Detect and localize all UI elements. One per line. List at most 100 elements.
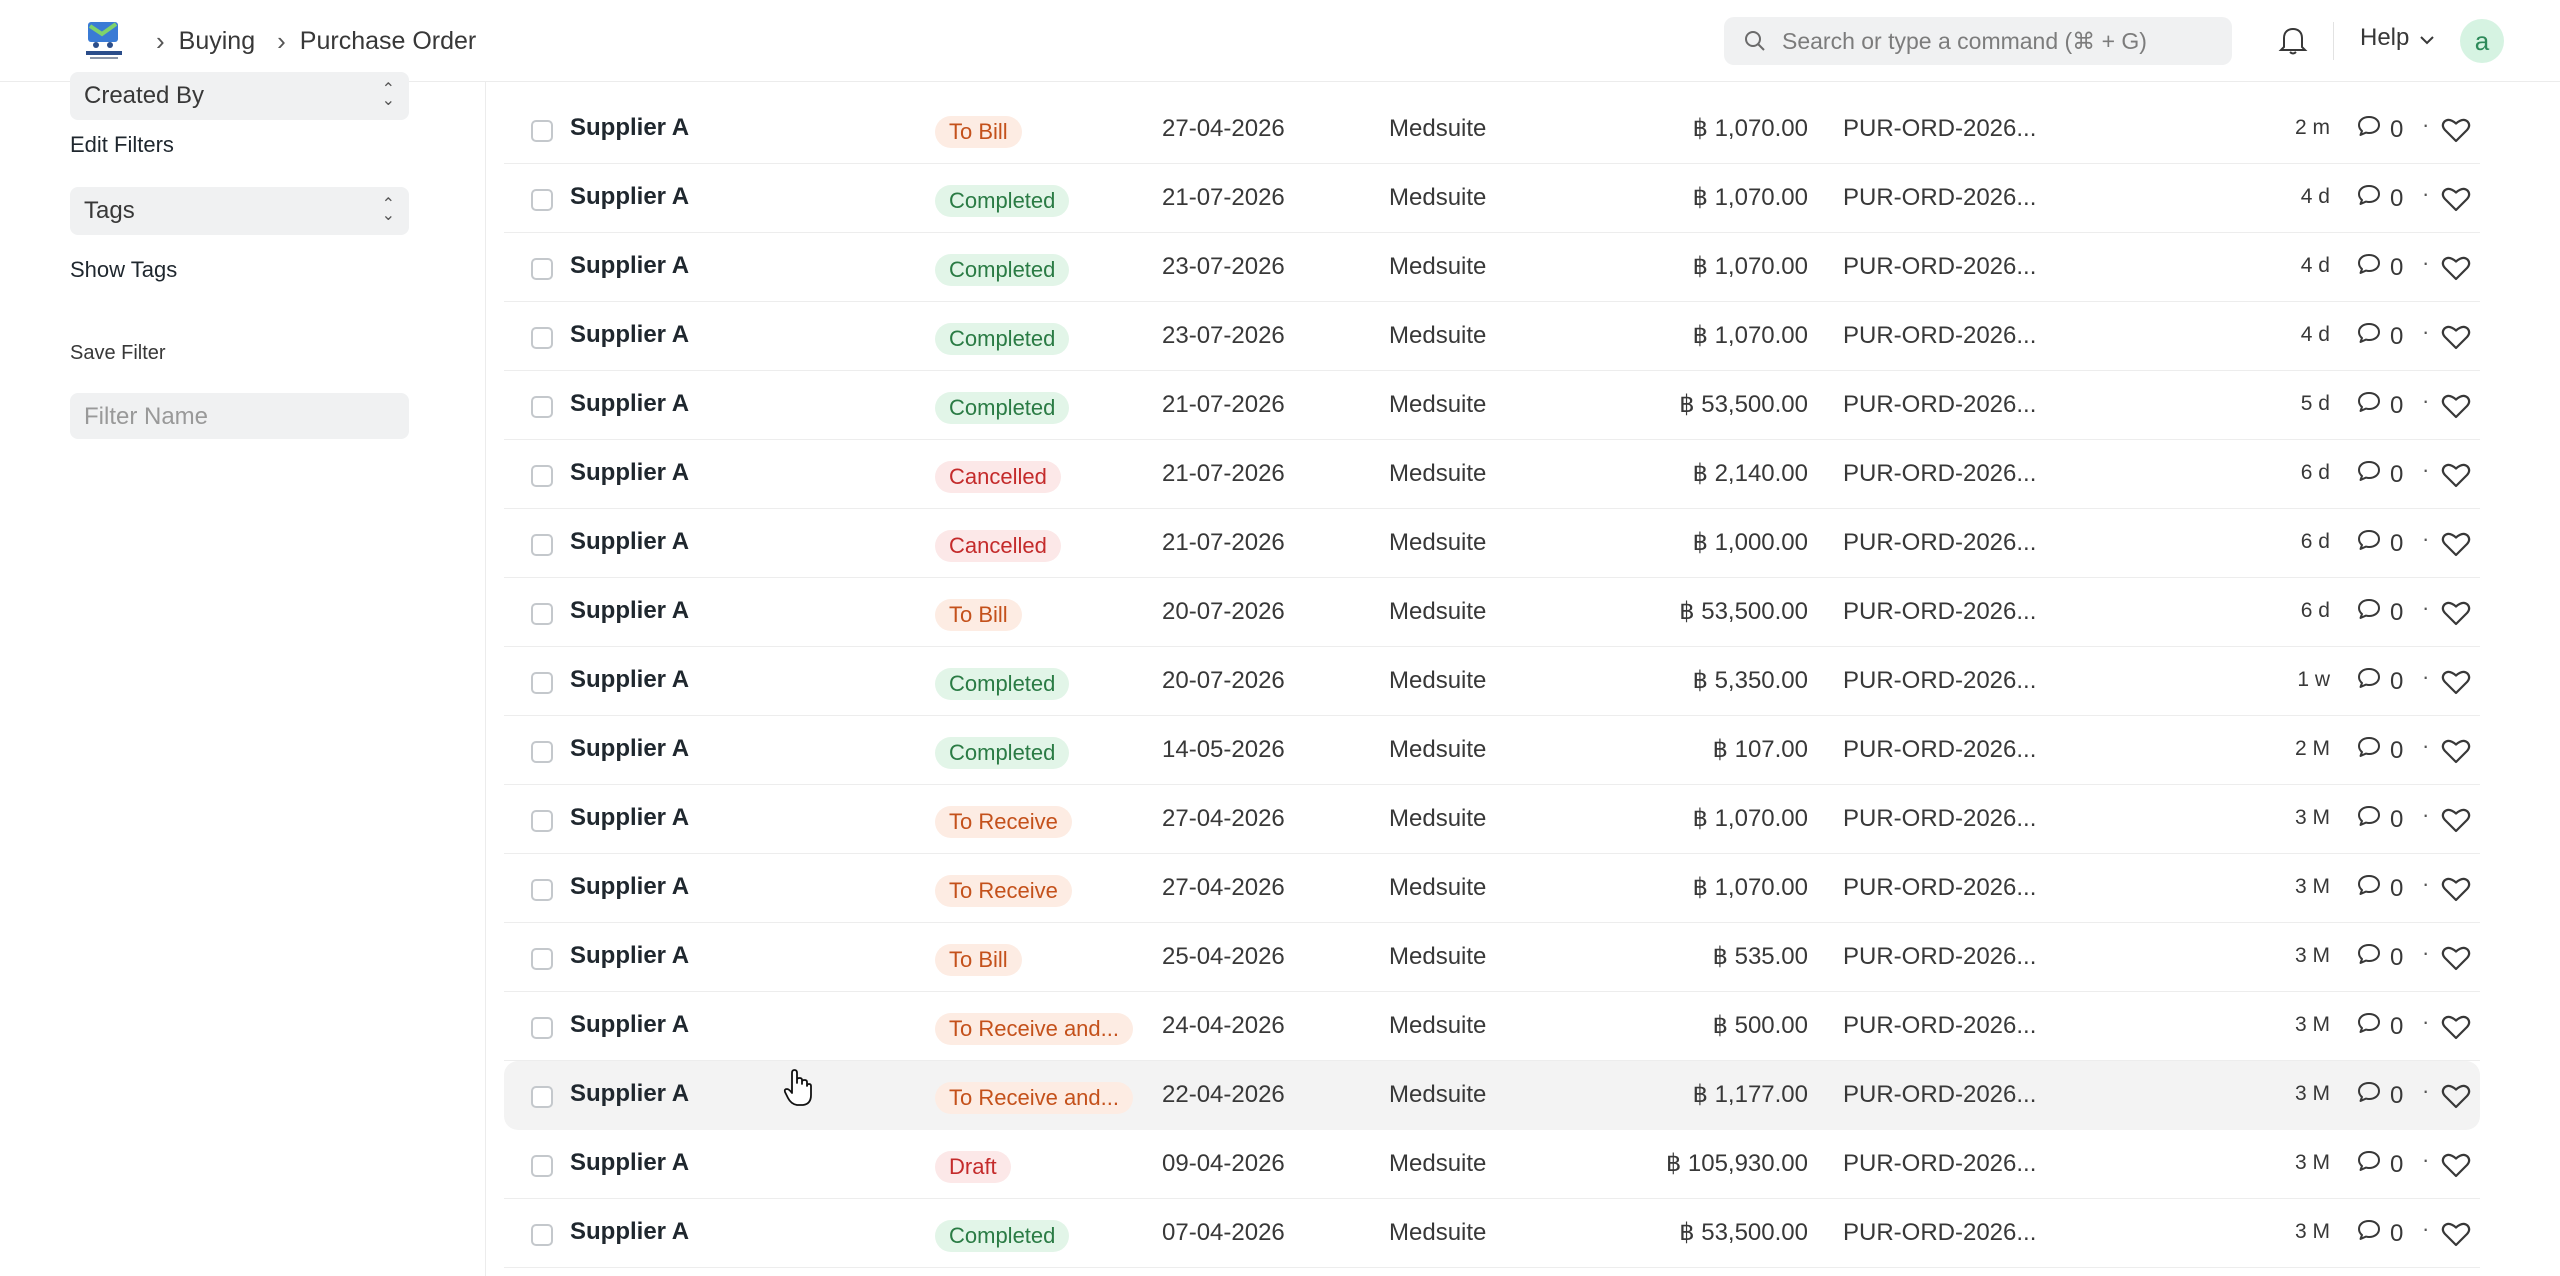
list-row[interactable]: Supplier A To Receive 27-04-2026 Medsuite ฿ … [504, 785, 2480, 854]
breadcrumb-buying[interactable]: Buying [179, 27, 255, 56]
row-checkbox[interactable] [531, 810, 553, 832]
like-heart-icon[interactable] [2441, 117, 2471, 148]
like-heart-icon[interactable] [2441, 1014, 2471, 1045]
breadcrumb-purchase-order[interactable]: Purchase Order [300, 27, 476, 56]
list-row[interactable]: Supplier A To Bill 25-04-2026 Medsuite ฿ 535… [504, 923, 2480, 992]
row-checkbox[interactable] [531, 327, 553, 349]
row-checkbox[interactable] [531, 948, 553, 970]
row-checkbox[interactable] [531, 120, 553, 142]
list-row[interactable]: Supplier A Cancelled 21-07-2026 Medsuite ฿ 1… [504, 509, 2480, 578]
purchase-order-id[interactable]: PUR-ORD-2026... [1843, 322, 2036, 350]
supplier-name[interactable]: Supplier A [570, 528, 689, 556]
list-row[interactable]: Supplier A Draft 09-04-2026 Medsuite ฿ 105,9… [504, 1130, 2480, 1199]
list-row[interactable]: Supplier A To Receive 27-04-2026 Medsuite ฿ … [504, 854, 2480, 923]
comment-count[interactable]: 0 [2356, 1080, 2403, 1111]
show-tags-link[interactable]: Show Tags [70, 257, 177, 283]
like-heart-icon[interactable] [2441, 1083, 2471, 1114]
created-by-select[interactable]: Created By ⌃ ⌄ [70, 72, 409, 120]
supplier-name[interactable]: Supplier A [570, 252, 689, 280]
app-logo[interactable] [80, 18, 128, 64]
purchase-order-id[interactable]: PUR-ORD-2026... [1843, 667, 2036, 695]
supplier-name[interactable]: Supplier A [570, 735, 689, 763]
like-heart-icon[interactable] [2441, 1152, 2471, 1183]
purchase-order-id[interactable]: PUR-ORD-2026... [1843, 874, 2036, 902]
comment-count[interactable]: 0 [2356, 1149, 2403, 1180]
comment-count[interactable]: 0 [2356, 321, 2403, 352]
like-heart-icon[interactable] [2441, 531, 2471, 562]
list-row[interactable]: Supplier A To Bill 20-07-2026 Medsuite ฿ 53,… [504, 578, 2480, 647]
supplier-name[interactable]: Supplier A [570, 873, 689, 901]
like-heart-icon[interactable] [2441, 669, 2471, 700]
avatar[interactable]: a [2460, 19, 2504, 63]
notification-bell-icon[interactable] [2278, 24, 2308, 61]
comment-count[interactable]: 0 [2356, 735, 2403, 766]
comment-count[interactable]: 0 [2356, 459, 2403, 490]
filter-name-input[interactable]: Filter Name [70, 393, 409, 439]
like-heart-icon[interactable] [2441, 324, 2471, 355]
edit-filters-link[interactable]: Edit Filters [70, 132, 174, 158]
purchase-order-id[interactable]: PUR-ORD-2026... [1843, 1012, 2036, 1040]
purchase-order-id[interactable]: PUR-ORD-2026... [1843, 529, 2036, 557]
supplier-name[interactable]: Supplier A [570, 321, 689, 349]
purchase-order-id[interactable]: PUR-ORD-2026... [1843, 391, 2036, 419]
row-checkbox[interactable] [531, 603, 553, 625]
like-heart-icon[interactable] [2441, 462, 2471, 493]
supplier-name[interactable]: Supplier A [570, 183, 689, 211]
comment-count[interactable]: 0 [2356, 528, 2403, 559]
purchase-order-id[interactable]: PUR-ORD-2026... [1843, 253, 2036, 281]
list-row[interactable]: Supplier A Cancelled 21-07-2026 Medsuite ฿ 2… [504, 440, 2480, 509]
purchase-order-id[interactable]: PUR-ORD-2026... [1843, 115, 2036, 143]
row-checkbox[interactable] [531, 879, 553, 901]
supplier-name[interactable]: Supplier A [570, 1011, 689, 1039]
row-checkbox[interactable] [531, 741, 553, 763]
comment-count[interactable]: 0 [2356, 666, 2403, 697]
purchase-order-id[interactable]: PUR-ORD-2026... [1843, 184, 2036, 212]
list-row[interactable]: Supplier A Completed 21-07-2026 Medsuite ฿ 5… [504, 371, 2480, 440]
purchase-order-id[interactable]: PUR-ORD-2026... [1843, 805, 2036, 833]
row-checkbox[interactable] [531, 396, 553, 418]
purchase-order-id[interactable]: PUR-ORD-2026... [1843, 1219, 2036, 1247]
like-heart-icon[interactable] [2441, 255, 2471, 286]
list-row[interactable]: Supplier A Completed 07-04-2026 Medsuite ฿ 5… [504, 1199, 2480, 1268]
tags-select[interactable]: Tags ⌃ ⌄ [70, 187, 409, 235]
row-checkbox[interactable] [531, 1155, 553, 1177]
comment-count[interactable]: 0 [2356, 1218, 2403, 1249]
supplier-name[interactable]: Supplier A [570, 1149, 689, 1177]
like-heart-icon[interactable] [2441, 807, 2471, 838]
like-heart-icon[interactable] [2441, 876, 2471, 907]
supplier-name[interactable]: Supplier A [570, 597, 689, 625]
row-checkbox[interactable] [531, 672, 553, 694]
supplier-name[interactable]: Supplier A [570, 666, 689, 694]
help-dropdown[interactable]: Help [2360, 24, 2435, 52]
list-row[interactable]: Supplier A To Receive and... 24-04-2026 Med… [504, 992, 2480, 1061]
list-row[interactable]: Supplier A Completed 23-07-2026 Medsuite ฿ 1… [504, 302, 2480, 371]
supplier-name[interactable]: Supplier A [570, 942, 689, 970]
supplier-name[interactable]: Supplier A [570, 1080, 689, 1108]
purchase-order-id[interactable]: PUR-ORD-2026... [1843, 736, 2036, 764]
list-row[interactable]: Supplier A Completed 20-07-2026 Medsuite ฿ 5… [504, 647, 2480, 716]
row-checkbox[interactable] [531, 1224, 553, 1246]
supplier-name[interactable]: Supplier A [570, 459, 689, 487]
supplier-name[interactable]: Supplier A [570, 390, 689, 418]
comment-count[interactable]: 0 [2356, 390, 2403, 421]
row-checkbox[interactable] [531, 258, 553, 280]
purchase-order-id[interactable]: PUR-ORD-2026... [1843, 943, 2036, 971]
list-row[interactable]: Supplier A Completed 21-07-2026 Medsuite ฿ 1… [504, 164, 2480, 233]
supplier-name[interactable]: Supplier A [570, 1218, 689, 1246]
purchase-order-id[interactable]: PUR-ORD-2026... [1843, 1150, 2036, 1178]
search-input[interactable]: Search or type a command (⌘ + G) [1724, 17, 2232, 65]
purchase-order-id[interactable]: PUR-ORD-2026... [1843, 460, 2036, 488]
comment-count[interactable]: 0 [2356, 114, 2403, 145]
comment-count[interactable]: 0 [2356, 252, 2403, 283]
row-checkbox[interactable] [531, 1086, 553, 1108]
like-heart-icon[interactable] [2441, 945, 2471, 976]
comment-count[interactable]: 0 [2356, 804, 2403, 835]
row-checkbox[interactable] [531, 465, 553, 487]
supplier-name[interactable]: Supplier A [570, 804, 689, 832]
comment-count[interactable]: 0 [2356, 873, 2403, 904]
row-checkbox[interactable] [531, 534, 553, 556]
supplier-name[interactable]: Supplier A [570, 114, 689, 142]
comment-count[interactable]: 0 [2356, 1011, 2403, 1042]
list-row[interactable]: Supplier A To Bill 27-04-2026 Medsuite ฿ 1,0… [504, 95, 2480, 164]
list-row[interactable]: Supplier A Completed 14-05-2026 Medsuite ฿ 1… [504, 716, 2480, 785]
